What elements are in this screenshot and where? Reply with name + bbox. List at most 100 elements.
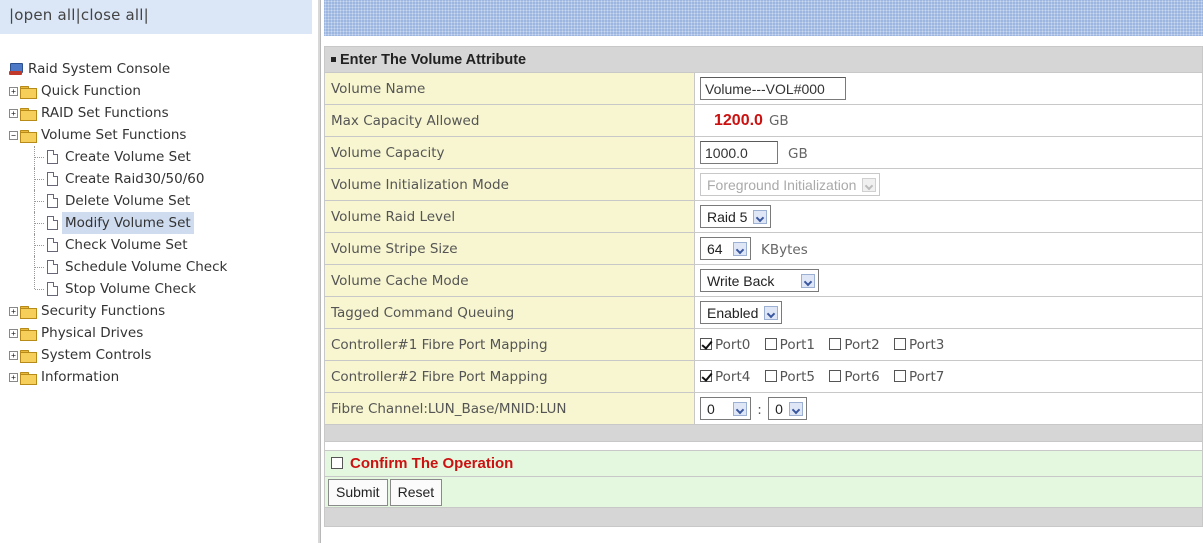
volume-capacity-input[interactable] (700, 141, 778, 164)
tree-item-security-functions[interactable]: + Security Functions (9, 300, 312, 322)
port-label: Port5 (779, 368, 816, 385)
stripe-size-select[interactable]: 64 (700, 237, 751, 260)
expand-icon[interactable]: + (9, 306, 18, 316)
tree-item-label: Create Volume Set (65, 149, 191, 165)
collapse-icon[interactable]: − (9, 130, 18, 140)
tree-root-label: Raid System Console (28, 61, 171, 77)
tree-item-check-volume-set[interactable]: Check Volume Set (9, 234, 312, 256)
tree-item-label: Schedule Volume Check (65, 259, 228, 275)
tree-item-information[interactable]: + Information (9, 366, 312, 388)
navigation-tree: Raid System Console + Quick Function + R… (0, 34, 312, 388)
tree-item-modify-volume-set[interactable]: Modify Volume Set (9, 212, 312, 234)
tree-item-volume-set-functions[interactable]: − Volume Set Functions (9, 124, 312, 146)
open-folder-icon (20, 129, 37, 143)
lun-select[interactable]: 0 (768, 397, 807, 420)
lun-separator: : (757, 401, 762, 418)
confirm-checkbox[interactable] (331, 457, 343, 469)
port-label: Port4 (715, 368, 751, 385)
confirm-row: Confirm The Operation (324, 450, 1203, 477)
port-label: Port6 (844, 368, 880, 385)
tree-item-physical-drives[interactable]: + Physical Drives (9, 322, 312, 344)
select-value: 64 (707, 240, 723, 257)
tree-item-label: RAID Set Functions (41, 105, 169, 121)
expand-icon[interactable]: + (9, 350, 18, 360)
capacity-unit: GB (788, 145, 808, 162)
port-label: Port0 (715, 336, 751, 353)
expand-icon[interactable]: + (9, 328, 18, 338)
tree-item-raid-set-functions[interactable]: + RAID Set Functions (9, 102, 312, 124)
tree-item-delete-volume-set[interactable]: Delete Volume Set (9, 190, 312, 212)
tcq-select[interactable]: Enabled (700, 301, 783, 324)
port-label: Port3 (908, 336, 945, 353)
top-banner (324, 0, 1203, 36)
tree-item-label: Information (41, 369, 120, 385)
expand-icon[interactable]: + (9, 108, 18, 118)
field-label: Volume Raid Level (324, 200, 695, 233)
document-icon (47, 194, 58, 208)
cache-mode-select[interactable]: Write Back (700, 269, 819, 292)
dropdown-arrow-icon (788, 401, 803, 416)
port4-checkbox[interactable] (700, 369, 712, 382)
expand-icon[interactable]: + (9, 86, 18, 96)
submit-button[interactable]: Submit (328, 478, 388, 506)
folder-icon (20, 305, 37, 319)
row-controller1-mapping: Controller#1 Fibre Port Mapping Port0 Po… (324, 328, 1203, 361)
port-label: Port2 (844, 336, 880, 353)
expand-icon[interactable]: + (9, 372, 18, 382)
tree-item-schedule-volume-check[interactable]: Schedule Volume Check (9, 256, 312, 278)
select-value: Raid 5 (707, 208, 748, 225)
port7-checkbox[interactable] (893, 369, 906, 382)
reset-button[interactable]: Reset (389, 478, 443, 506)
row-init-mode: Volume Initialization Mode Foreground In… (324, 168, 1203, 201)
select-value: Foreground Initialization (707, 176, 857, 193)
tree-item-create-volume-set[interactable]: Create Volume Set (9, 146, 312, 168)
volume-attribute-form: Enter The Volume Attribute Volume Name M… (324, 46, 1203, 527)
raid-console-icon (9, 62, 23, 76)
row-lun: Fibre Channel:LUN_Base/MNID:LUN 0 : 0 (324, 392, 1203, 425)
port-label: Port7 (908, 368, 945, 385)
tree-item-label: Quick Function (41, 83, 141, 99)
field-label: Volume Initialization Mode (324, 168, 695, 201)
field-label: Volume Capacity (324, 136, 695, 169)
field-label: Volume Name (324, 72, 695, 105)
open-all-link[interactable]: open all (14, 6, 75, 24)
tree-item-label: Physical Drives (41, 325, 144, 341)
confirm-label: Confirm The Operation (350, 455, 514, 472)
row-raid-level: Volume Raid Level Raid 5 (324, 200, 1203, 233)
tree-item-quick-function[interactable]: + Quick Function (9, 80, 312, 102)
stripe-unit: KBytes (761, 241, 808, 258)
lun-base-select[interactable]: 0 (700, 397, 751, 420)
folder-icon (20, 107, 37, 121)
document-icon (47, 282, 58, 296)
row-cache-mode: Volume Cache Mode Write Back (324, 264, 1203, 297)
volume-name-input[interactable] (700, 77, 846, 100)
folder-icon (20, 85, 37, 99)
port2-checkbox[interactable] (829, 337, 842, 350)
field-label: Controller#1 Fibre Port Mapping (324, 328, 695, 361)
navigation-panel: |open all|close all| Raid System Console… (0, 0, 312, 543)
select-value: Enabled (707, 304, 759, 321)
tree-item-stop-volume-check[interactable]: Stop Volume Check (9, 278, 312, 300)
port0-checkbox[interactable] (700, 337, 712, 350)
port3-checkbox[interactable] (893, 337, 906, 350)
document-icon (47, 216, 58, 230)
port6-checkbox[interactable] (829, 369, 842, 382)
init-mode-select: Foreground Initialization (700, 173, 881, 196)
document-icon (47, 260, 58, 274)
dropdown-arrow-icon (764, 305, 779, 320)
row-volume-capacity: Volume Capacity GB (324, 136, 1203, 169)
raid-level-select[interactable]: Raid 5 (700, 205, 772, 228)
close-all-link[interactable]: close all (81, 6, 144, 24)
port1-checkbox[interactable] (764, 337, 777, 350)
field-label: Volume Cache Mode (324, 264, 695, 297)
tree-item-label: System Controls (41, 347, 152, 363)
frame-divider[interactable] (312, 0, 324, 543)
select-value: 0 (775, 400, 783, 417)
tree-root[interactable]: Raid System Console (9, 58, 312, 80)
tree-item-label: Check Volume Set (65, 237, 188, 253)
dropdown-arrow-icon (733, 241, 747, 256)
tree-item-system-controls[interactable]: + System Controls (9, 344, 312, 366)
field-label: Volume Stripe Size (324, 232, 695, 265)
tree-item-create-raid30-50-60[interactable]: Create Raid30/50/60 (9, 168, 312, 190)
port5-checkbox[interactable] (764, 369, 777, 382)
